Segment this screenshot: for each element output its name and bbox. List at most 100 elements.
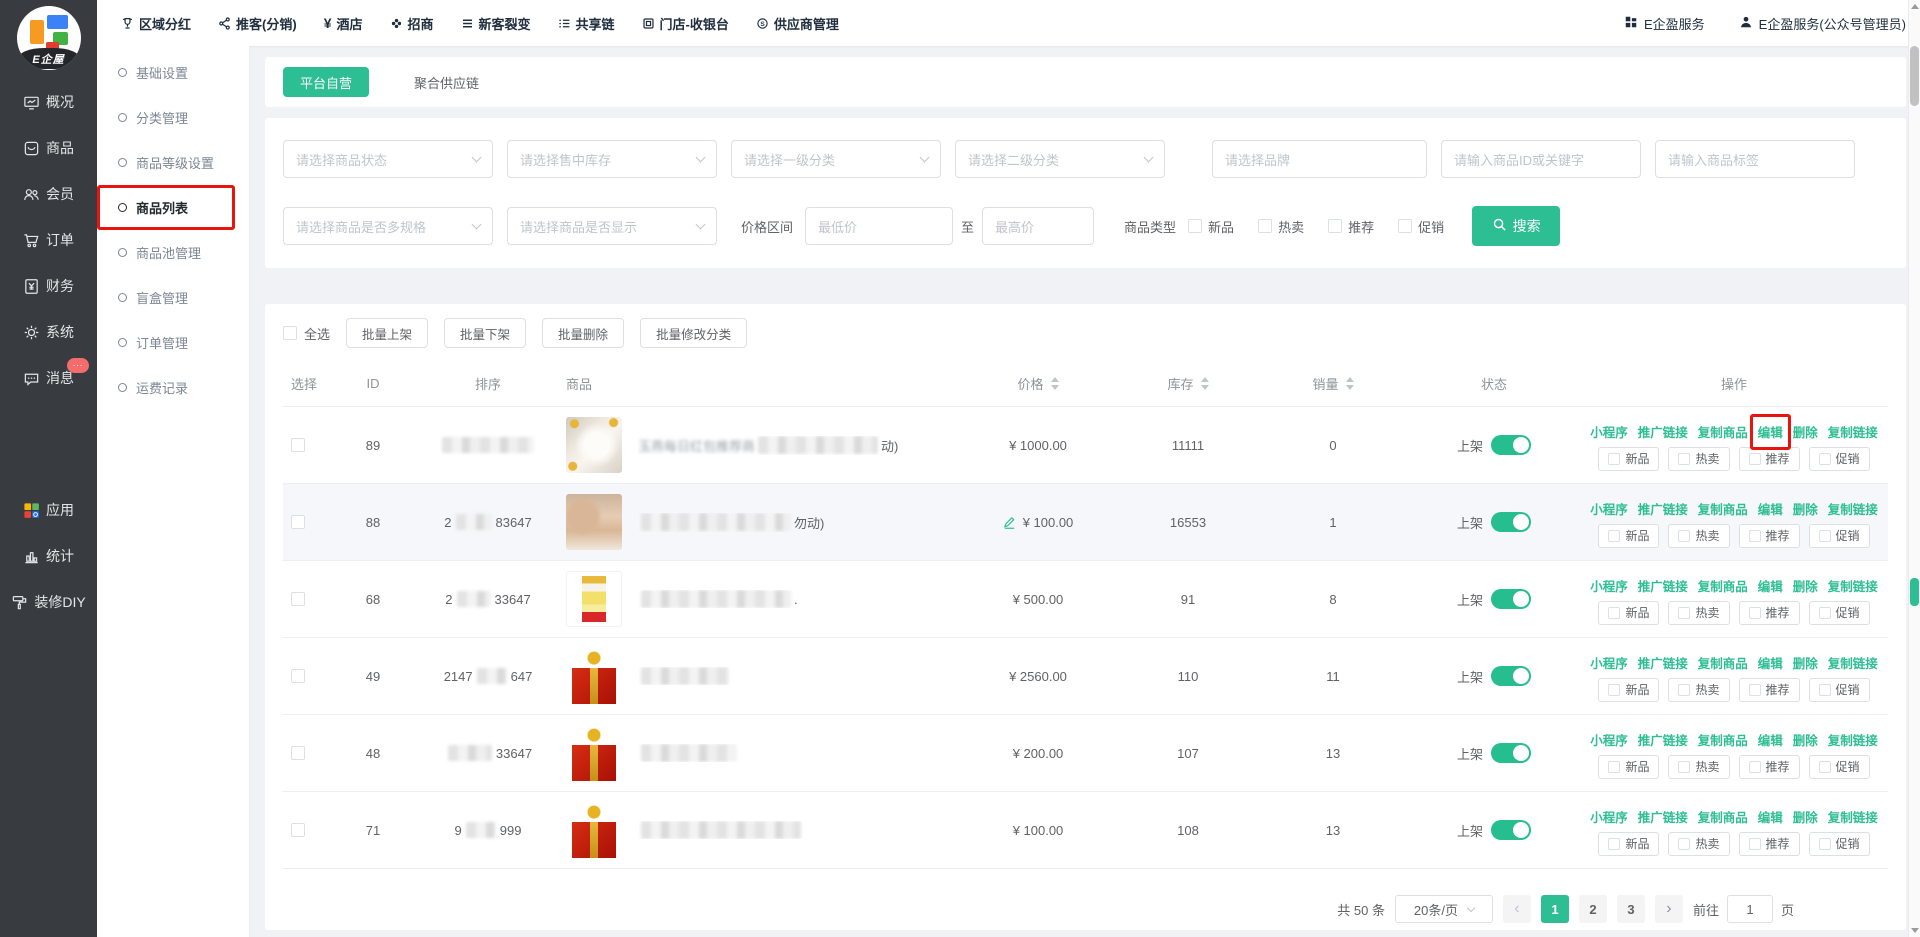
- sidebar-item-apps[interactable]: 应用: [0, 487, 97, 533]
- submenu-item[interactable]: 商品池管理: [97, 230, 249, 275]
- goto-input[interactable]: 1: [1727, 895, 1773, 923]
- action-copy-product[interactable]: 复制商品: [1698, 576, 1748, 595]
- sidebar-item-finance[interactable]: 财务: [0, 263, 97, 309]
- filter-select[interactable]: 请选择二级分类: [955, 140, 1165, 178]
- sidebar-item-members[interactable]: 会员: [0, 171, 97, 217]
- action-copy-link[interactable]: 复制链接: [1828, 422, 1878, 441]
- batch-button[interactable]: 批量下架: [444, 318, 526, 348]
- row-checkbox[interactable]: [291, 438, 305, 452]
- per-page-select[interactable]: 20条/页: [1395, 895, 1493, 923]
- scroll-up-icon[interactable]: [1911, 4, 1919, 9]
- sidebar-item-orders[interactable]: 订单: [0, 217, 97, 263]
- scrollbar[interactable]: [1908, 0, 1920, 937]
- submenu-item[interactable]: 商品列表: [97, 185, 249, 230]
- submenu-item[interactable]: 订单管理: [97, 320, 249, 365]
- sort-caret[interactable]: [1346, 377, 1354, 390]
- action-delete[interactable]: 删除: [1793, 653, 1818, 672]
- status-toggle[interactable]: [1491, 666, 1531, 686]
- batch-button[interactable]: 批量删除: [542, 318, 624, 348]
- action-miniprogram[interactable]: 小程序: [1590, 653, 1628, 672]
- status-toggle[interactable]: [1491, 820, 1531, 840]
- topnav-item-fission[interactable]: 新客裂变: [461, 14, 531, 33]
- action-delete[interactable]: 删除: [1793, 499, 1818, 518]
- action-edit[interactable]: 编辑: [1758, 576, 1783, 595]
- sidebar-item-diy[interactable]: 装修DIY: [0, 579, 97, 625]
- status-toggle[interactable]: [1491, 435, 1531, 455]
- batch-button[interactable]: 批量修改分类: [640, 318, 747, 348]
- tag-checkbox-new[interactable]: 新品: [1598, 678, 1659, 702]
- page-button[interactable]: 1: [1541, 895, 1569, 923]
- tab[interactable]: 聚合供应链: [397, 67, 496, 97]
- tag-checkbox-recommend[interactable]: 推荐: [1739, 755, 1800, 779]
- tag-checkbox-promo[interactable]: 促销: [1809, 832, 1870, 856]
- page-button[interactable]: 3: [1617, 895, 1645, 923]
- status-toggle[interactable]: [1491, 743, 1531, 763]
- action-copy-link[interactable]: 复制链接: [1828, 730, 1878, 749]
- search-button[interactable]: 搜索: [1472, 206, 1560, 246]
- topnav-item-hotel[interactable]: ¥ 酒店: [324, 14, 363, 33]
- service-entry[interactable]: E企盈服务: [1624, 14, 1705, 33]
- tag-input[interactable]: 请输入商品标签: [1655, 140, 1855, 178]
- sidebar-item-system[interactable]: 系统: [0, 309, 97, 355]
- tag-checkbox-hot[interactable]: 热卖: [1668, 447, 1729, 471]
- action-promo-link[interactable]: 推广链接: [1638, 576, 1688, 595]
- tag-checkbox-hot[interactable]: 热卖: [1668, 524, 1729, 548]
- tag-checkbox-hot[interactable]: 热卖: [1668, 678, 1729, 702]
- action-promo-link[interactable]: 推广链接: [1638, 807, 1688, 826]
- action-copy-link[interactable]: 复制链接: [1828, 576, 1878, 595]
- submenu-item[interactable]: 分类管理: [97, 95, 249, 140]
- action-copy-product[interactable]: 复制商品: [1698, 653, 1748, 672]
- prev-page-button[interactable]: ‹: [1503, 895, 1531, 923]
- topnav-item-supplier[interactable]: S 供应商管理: [756, 14, 839, 33]
- brand-input[interactable]: 请选择品牌: [1212, 140, 1427, 178]
- submenu-item[interactable]: 基础设置: [97, 50, 249, 95]
- tag-checkbox-new[interactable]: 新品: [1598, 832, 1659, 856]
- scroll-down-icon[interactable]: [1911, 928, 1919, 933]
- submenu-item[interactable]: 盲盒管理: [97, 275, 249, 320]
- tag-checkbox-new[interactable]: 新品: [1598, 447, 1659, 471]
- account-menu[interactable]: E企盈服务(公众号管理员): [1739, 14, 1906, 33]
- batch-button[interactable]: 批量上架: [346, 318, 428, 348]
- topnav-item-share-chain[interactable]: 共享链: [558, 14, 615, 33]
- product-type-checkbox[interactable]: 推荐: [1328, 217, 1374, 236]
- tab[interactable]: 平台自营: [283, 67, 369, 97]
- tag-checkbox-promo[interactable]: 促销: [1809, 601, 1870, 625]
- action-delete[interactable]: 删除: [1793, 807, 1818, 826]
- tag-checkbox-recommend[interactable]: 推荐: [1739, 524, 1800, 548]
- max-price-input[interactable]: 最高价: [982, 207, 1094, 245]
- scrollbar-thumb[interactable]: [1910, 46, 1919, 106]
- action-edit[interactable]: 编辑: [1758, 653, 1783, 672]
- status-toggle[interactable]: [1491, 589, 1531, 609]
- tag-checkbox-hot[interactable]: 热卖: [1668, 832, 1729, 856]
- sidebar-item-goods[interactable]: 商品: [0, 125, 97, 171]
- action-copy-link[interactable]: 复制链接: [1828, 807, 1878, 826]
- tag-checkbox-recommend[interactable]: 推荐: [1739, 447, 1800, 471]
- action-copy-product[interactable]: 复制商品: [1698, 730, 1748, 749]
- row-checkbox[interactable]: [291, 515, 305, 529]
- action-promo-link[interactable]: 推广链接: [1638, 730, 1688, 749]
- row-checkbox[interactable]: [291, 592, 305, 606]
- action-copy-link[interactable]: 复制链接: [1828, 653, 1878, 672]
- tag-checkbox-new[interactable]: 新品: [1598, 601, 1659, 625]
- action-promo-link[interactable]: 推广链接: [1638, 422, 1688, 441]
- tag-checkbox-hot[interactable]: 热卖: [1668, 755, 1729, 779]
- sidebar-item-overview[interactable]: 概况: [0, 79, 97, 125]
- tag-checkbox-hot[interactable]: 热卖: [1668, 601, 1729, 625]
- id-keyword-input[interactable]: 请输入商品ID或关键字: [1441, 140, 1641, 178]
- filter-select[interactable]: 请选择商品是否显示: [507, 207, 717, 245]
- tag-checkbox-recommend[interactable]: 推荐: [1739, 601, 1800, 625]
- topnav-item-store-cashier[interactable]: 门店-收银台: [642, 14, 729, 33]
- filter-select[interactable]: 请选择一级分类: [731, 140, 941, 178]
- submenu-item[interactable]: 商品等级设置: [97, 140, 249, 185]
- action-edit[interactable]: 编辑: [1758, 807, 1783, 826]
- product-type-checkbox[interactable]: 热卖: [1258, 217, 1304, 236]
- sidebar-item-stats[interactable]: 统计: [0, 533, 97, 579]
- action-miniprogram[interactable]: 小程序: [1590, 730, 1628, 749]
- status-toggle[interactable]: [1491, 512, 1531, 532]
- sort-caret[interactable]: [1201, 377, 1209, 390]
- action-promo-link[interactable]: 推广链接: [1638, 499, 1688, 518]
- price-edit-icon[interactable]: [1003, 516, 1016, 529]
- tag-checkbox-new[interactable]: 新品: [1598, 524, 1659, 548]
- min-price-input[interactable]: 最低价: [805, 207, 953, 245]
- action-delete[interactable]: 删除: [1793, 730, 1818, 749]
